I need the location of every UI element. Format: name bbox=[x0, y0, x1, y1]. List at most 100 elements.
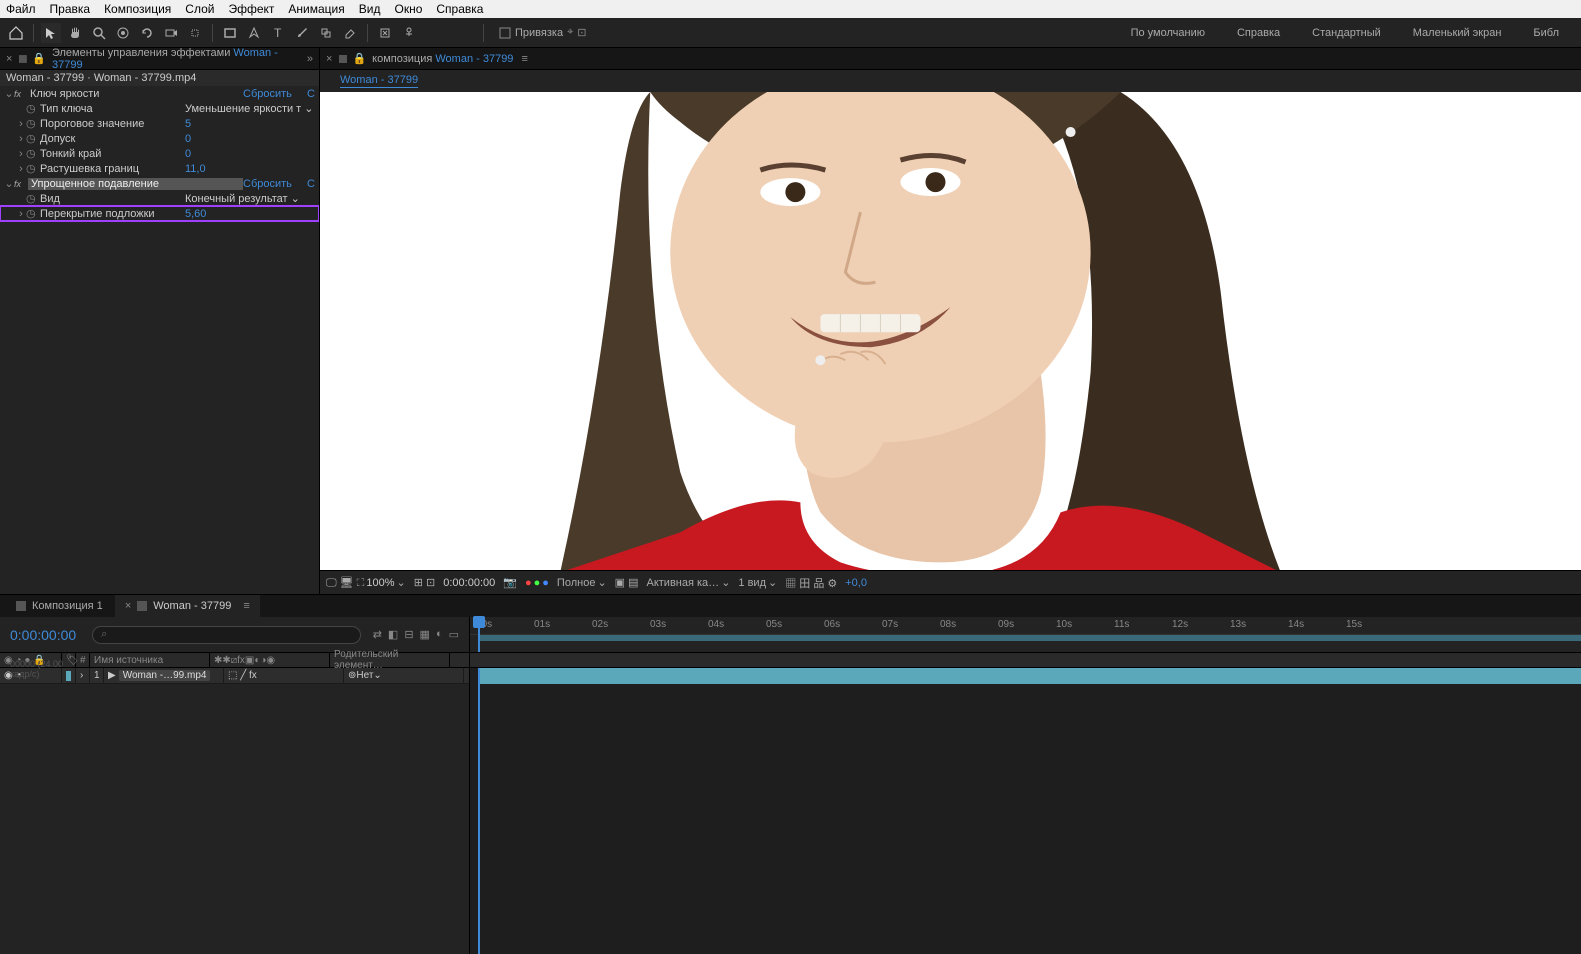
menu-effect[interactable]: Эффект bbox=[228, 2, 274, 16]
reset-link[interactable]: Сбросить bbox=[243, 178, 303, 190]
menu-animation[interactable]: Анимация bbox=[288, 2, 344, 16]
comp-link[interactable]: С bbox=[303, 88, 315, 100]
close-icon[interactable]: × bbox=[125, 600, 131, 612]
selection-tool[interactable] bbox=[41, 23, 61, 43]
expand-arrow-icon[interactable]: › bbox=[16, 208, 26, 220]
rotation-tool[interactable] bbox=[137, 23, 157, 43]
home-button[interactable] bbox=[6, 23, 26, 43]
zoom-tool[interactable] bbox=[89, 23, 109, 43]
stopwatch-icon[interactable]: ◷ bbox=[26, 207, 38, 220]
expand-arrow-icon[interactable]: ⌄ bbox=[4, 177, 14, 190]
menu-composition[interactable]: Композиция bbox=[104, 2, 171, 16]
effect-property[interactable]: ◷ Тип ключа Уменьшение яркости т ⌄ bbox=[0, 101, 319, 116]
timeline-ruler[interactable]: 00s 01s 02s 03s 04s 05s 06s 07s 08s 09s … bbox=[470, 617, 1581, 635]
preview-timecode[interactable]: 0:00:00:00 bbox=[443, 577, 495, 589]
lock-icon[interactable]: 🔒 bbox=[32, 52, 46, 65]
hand-tool[interactable] bbox=[65, 23, 85, 43]
layer-search-input[interactable]: ⌕ bbox=[92, 626, 361, 644]
expand-arrow-icon[interactable]: ⌄ bbox=[4, 87, 14, 100]
expand-arrow-icon[interactable]: › bbox=[16, 163, 26, 175]
workspace-default[interactable]: По умолчанию bbox=[1125, 27, 1211, 39]
graph-editor-icon[interactable]: ▭ bbox=[449, 628, 459, 641]
channel-icon[interactable]: ●●● bbox=[525, 577, 549, 589]
stopwatch-icon[interactable]: ◷ bbox=[26, 117, 38, 130]
roto-tool[interactable] bbox=[375, 23, 395, 43]
stopwatch-icon[interactable]: ◷ bbox=[26, 192, 38, 205]
effect-header[interactable]: ⌄ fx Ключ яркости Сбросить С bbox=[0, 86, 319, 101]
effect-property[interactable]: ›◷ Тонкий край 0 bbox=[0, 146, 319, 161]
brush-tool[interactable] bbox=[292, 23, 312, 43]
eraser-tool[interactable] bbox=[340, 23, 360, 43]
layer-parent-dropdown[interactable]: ⊚ Нет ⌄ bbox=[344, 668, 464, 683]
layer-duration-bar[interactable] bbox=[478, 668, 1581, 684]
stopwatch-icon[interactable]: ◷ bbox=[26, 102, 38, 115]
camera-dropdown[interactable]: Активная ка… ⌄ bbox=[647, 576, 731, 589]
property-value[interactable]: 5,60 bbox=[185, 208, 315, 220]
menu-icon[interactable]: ≡ bbox=[521, 53, 527, 65]
fx-icon[interactable]: fx bbox=[14, 179, 28, 189]
menu-window[interactable]: Окно bbox=[394, 2, 422, 16]
workspace-standard[interactable]: Стандартный bbox=[1306, 27, 1387, 39]
expand-arrow-icon[interactable]: › bbox=[16, 118, 26, 130]
resolution-dropdown[interactable]: Полное ⌄ bbox=[557, 576, 607, 589]
text-tool[interactable]: T bbox=[268, 23, 288, 43]
draft3d-icon[interactable]: ◧ bbox=[388, 628, 398, 641]
effect-controls-tab[interactable]: × 🔒 Элементы управления эффектами Woman … bbox=[0, 48, 319, 70]
menu-file[interactable]: Файл bbox=[6, 2, 36, 16]
snapshot-icon[interactable]: 📷 bbox=[503, 576, 517, 589]
snap-toggle[interactable]: Привязка ⌖ ⊡ bbox=[499, 26, 586, 39]
effect-property-highlighted[interactable]: ›◷ Перекрытие подложки 5,60 bbox=[0, 206, 319, 221]
lock-icon[interactable]: 🔒 bbox=[352, 52, 366, 65]
workspace-library[interactable]: Библ bbox=[1527, 27, 1565, 39]
playhead[interactable] bbox=[478, 617, 480, 652]
menu-view[interactable]: Вид bbox=[359, 2, 381, 16]
layer-switches[interactable]: ⬚ ╱ fx bbox=[224, 668, 344, 683]
expand-arrow-icon[interactable]: › bbox=[16, 133, 26, 145]
timeline-tab-active[interactable]: ×Woman - 37799≡ bbox=[115, 595, 260, 617]
workspace-small[interactable]: Маленький экран bbox=[1407, 27, 1508, 39]
shy-icon[interactable]: ⊟ bbox=[404, 628, 413, 641]
layer-name[interactable]: ▶Woman -…99.mp4 bbox=[104, 668, 224, 683]
anchor-tool[interactable] bbox=[185, 23, 205, 43]
rectangle-tool[interactable] bbox=[220, 23, 240, 43]
expand-arrow-icon[interactable]: › bbox=[16, 148, 26, 160]
zoom-dropdown[interactable]: 🖵 🖥 ⛶ 100% ⌄ bbox=[326, 576, 406, 590]
effect-property[interactable]: ›◷ Допуск 0 bbox=[0, 131, 319, 146]
work-area-bar[interactable] bbox=[478, 635, 1581, 641]
effect-header[interactable]: ⌄ fx Упрощенное подавление Сбросить С bbox=[0, 176, 319, 191]
orbit-tool[interactable] bbox=[113, 23, 133, 43]
frame-blend-icon[interactable]: ▦ bbox=[420, 628, 430, 641]
composition-breadcrumb[interactable]: Woman - 37799 bbox=[320, 70, 1581, 92]
view-options[interactable]: ▦ 田 品 ⚙ bbox=[785, 575, 837, 591]
motion-blur-icon[interactable]: ◐ bbox=[436, 628, 443, 641]
view-dropdown[interactable]: 1 вид ⌄ bbox=[738, 576, 777, 589]
layer-expand-arrow[interactable]: › bbox=[76, 668, 90, 683]
reset-link[interactable]: Сбросить bbox=[243, 88, 303, 100]
viewer-tab[interactable]: × 🔒 композиция Woman - 37799 ≡ bbox=[320, 48, 1581, 70]
composition-preview[interactable] bbox=[320, 92, 1581, 570]
menu-help[interactable]: Справка bbox=[436, 2, 483, 16]
clone-tool[interactable] bbox=[316, 23, 336, 43]
workspace-help[interactable]: Справка bbox=[1231, 27, 1286, 39]
close-icon[interactable]: × bbox=[6, 53, 12, 65]
stopwatch-icon[interactable]: ◷ bbox=[26, 162, 38, 175]
stopwatch-icon[interactable]: ◷ bbox=[26, 147, 38, 160]
resolution-icon[interactable]: ⊞ ⊡ bbox=[414, 576, 436, 589]
timeline-tab[interactable]: Композиция 1 bbox=[6, 595, 113, 617]
exposure-value[interactable]: +0,0 bbox=[845, 577, 867, 589]
property-value[interactable]: 0 bbox=[185, 148, 315, 160]
stopwatch-icon[interactable]: ◷ bbox=[26, 132, 38, 145]
effect-property[interactable]: ›◷ Пороговое значение 5 bbox=[0, 116, 319, 131]
pen-tool[interactable] bbox=[244, 23, 264, 43]
property-value[interactable]: 11,0 bbox=[185, 163, 315, 175]
puppet-tool[interactable] bbox=[399, 23, 419, 43]
property-value-dropdown[interactable]: Конечный результат ⌄ bbox=[185, 192, 315, 205]
property-value-dropdown[interactable]: Уменьшение яркости т ⌄ bbox=[185, 102, 315, 115]
expand-icon[interactable]: » bbox=[307, 53, 313, 65]
close-icon[interactable]: × bbox=[326, 53, 332, 65]
menu-edit[interactable]: Правка bbox=[50, 2, 91, 16]
comp-flowchart-icon[interactable]: ⇄ bbox=[373, 628, 382, 641]
effect-property[interactable]: ◷ Вид Конечный результат ⌄ bbox=[0, 191, 319, 206]
camera-tool[interactable] bbox=[161, 23, 181, 43]
fx-icon[interactable]: fx bbox=[14, 89, 28, 99]
